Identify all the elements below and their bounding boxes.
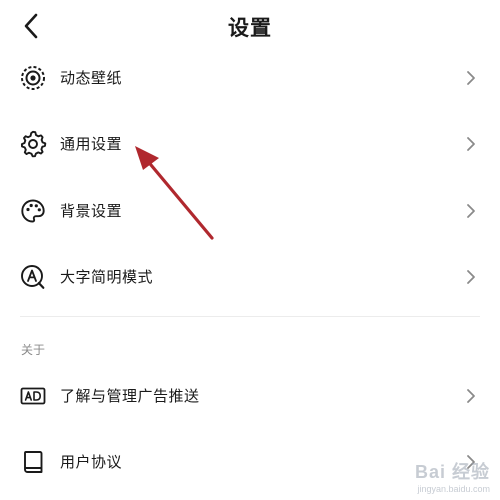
about-item-ad-management[interactable]: 了解与管理广告推送 xyxy=(0,369,500,423)
chevron-right-icon xyxy=(467,389,475,403)
settings-item-label: 通用设置 xyxy=(60,135,123,153)
dynamic-wallpaper-icon xyxy=(21,66,45,90)
chevron-right-icon xyxy=(467,204,475,218)
settings-item-general[interactable]: 通用设置 xyxy=(0,117,500,171)
page-title: 设置 xyxy=(228,16,272,40)
baidu-watermark: Bai 经验 jingyan.baidu.com xyxy=(415,458,490,494)
settings-item-label: 背景设置 xyxy=(60,202,123,220)
settings-item-label: 了解与管理广告推送 xyxy=(60,387,200,405)
header: 设置 xyxy=(0,0,500,56)
chevron-right-icon xyxy=(467,137,475,151)
settings-item-dynamic-wallpaper[interactable]: 动态壁纸 xyxy=(0,51,500,105)
ad-icon xyxy=(20,387,46,405)
settings-item-label: 动态壁纸 xyxy=(60,69,123,87)
settings-item-background[interactable]: 背景设置 xyxy=(0,184,500,238)
chevron-right-icon xyxy=(467,71,475,85)
watermark-brand: Bai 经验 xyxy=(414,462,490,482)
settings-page: 设置 动态壁纸 通用设置 背景设置 大字简明模式 关于 了解与管理广告推送 用户… xyxy=(0,0,500,500)
settings-item-label: 用户协议 xyxy=(60,453,123,471)
settings-item-label: 大字简明模式 xyxy=(60,268,154,286)
book-icon xyxy=(24,451,43,473)
section-title-about: 关于 xyxy=(21,343,46,357)
chevron-right-icon xyxy=(467,270,475,284)
settings-item-large-text-mode[interactable]: 大字简明模式 xyxy=(0,250,500,304)
large-text-icon xyxy=(21,265,45,289)
watermark-url: jingyan.baidu.com xyxy=(417,484,490,494)
palette-icon xyxy=(21,199,45,223)
gear-icon xyxy=(20,130,47,158)
section-divider xyxy=(20,316,480,317)
